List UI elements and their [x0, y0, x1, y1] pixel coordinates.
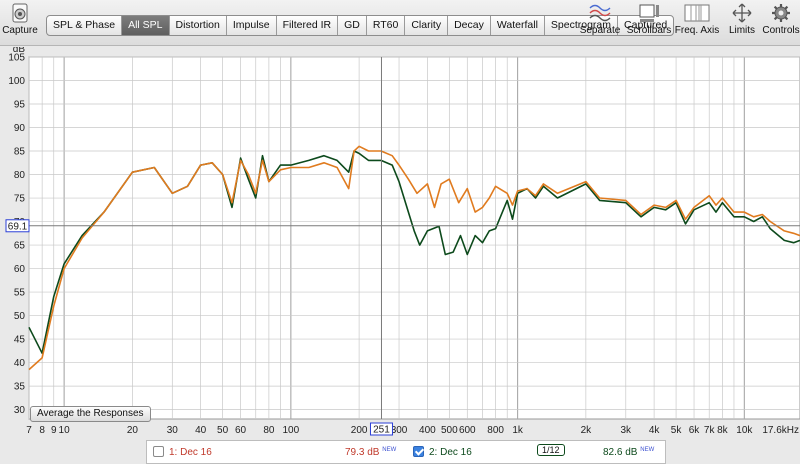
x-tick-label: 100	[283, 425, 300, 436]
limits-label: Limits	[728, 25, 756, 36]
smoothing-value: 1/12	[542, 445, 560, 455]
x-tick-label: 10k	[736, 425, 753, 436]
y-tick-label: 55	[14, 288, 26, 299]
spl-chart[interactable]: 1051009590858075706560555045403530dB7891…	[0, 47, 800, 439]
y-tick-label: 60	[14, 264, 26, 275]
x-tick-label: 8k	[717, 425, 729, 436]
x-tick-label: 1k	[512, 425, 524, 436]
x-tick-label: 500	[441, 425, 458, 436]
series-2-checkbox[interactable]	[413, 446, 424, 457]
cursor-y-label: 69.1	[8, 221, 28, 232]
separate-icon	[589, 4, 611, 22]
scrollbars-icon	[639, 4, 659, 22]
cursor-x-label: 251	[373, 425, 390, 436]
x-tick-label: 7	[26, 425, 32, 436]
series-1-label: 1: Dec 16	[169, 447, 212, 458]
y-unit-label: dB	[13, 47, 26, 55]
freq-axis-label: Freq. Axis	[674, 25, 720, 36]
x-tick-label: 6k	[689, 425, 701, 436]
series-1-new-tag: NEW	[382, 447, 397, 453]
series-1-value: 79.3 dB NEW	[345, 447, 396, 458]
average-responses-button[interactable]: Average the Responses	[30, 406, 151, 422]
x-tick-label: 4k	[649, 425, 661, 436]
x-tick-label: 300	[391, 425, 408, 436]
freq-axis-button[interactable]: Freq. Axis	[674, 2, 720, 36]
y-tick-label: 75	[14, 194, 26, 205]
legend: 1: Dec 16 79.3 dB NEW 2: Dec 16 1/12 82.…	[146, 440, 666, 464]
y-tick-label: 80	[14, 170, 26, 181]
tab-spl-phase[interactable]: SPL & Phase	[47, 16, 123, 35]
y-tick-label: 85	[14, 147, 26, 158]
x-tick-label: 20	[127, 425, 139, 436]
limits-icon	[732, 3, 752, 23]
x-tick-label: 400	[419, 425, 436, 436]
y-tick-label: 90	[14, 123, 26, 134]
x-tick-label: 200	[351, 425, 368, 436]
series-1-checkbox[interactable]	[153, 446, 164, 457]
y-tick-label: 30	[14, 405, 26, 416]
controls-label: Controls	[762, 25, 800, 36]
x-tick-label: 3k	[620, 425, 632, 436]
x-tick-label: 80	[263, 425, 275, 436]
tab-waterfall[interactable]: Waterfall	[491, 16, 545, 35]
x-tick-label: 17.6kHz	[762, 425, 799, 436]
y-tick-label: 40	[14, 358, 26, 369]
x-tick-label: 2k	[581, 425, 593, 436]
tab-distortion[interactable]: Distortion	[170, 16, 227, 35]
series-2-value: 82.6 dB NEW	[603, 447, 654, 458]
series-2-level: 82.6 dB	[603, 447, 638, 458]
limits-button[interactable]: Limits	[724, 2, 760, 36]
gear-icon	[772, 4, 790, 22]
x-tick-label: 7k	[704, 425, 716, 436]
plot-background	[28, 56, 800, 420]
tab-rt60[interactable]: RT60	[367, 16, 406, 35]
x-tick-label: 8	[39, 425, 45, 436]
x-tick-label: 30	[167, 425, 179, 436]
legend-panel: 1: Dec 16 79.3 dB NEW 2: Dec 16 1/12 82.…	[0, 439, 800, 464]
spl-graph[interactable]: 1051009590858075706560555045403530dB7891…	[0, 47, 800, 439]
tab-clarity[interactable]: Clarity	[405, 16, 449, 35]
smoothing-selector[interactable]: 1/12	[537, 444, 565, 456]
tab-filtered-ir[interactable]: Filtered IR	[277, 16, 339, 35]
x-tick-label: 9	[51, 425, 57, 436]
tab-gd[interactable]: GD	[338, 16, 367, 35]
y-tick-label: 65	[14, 241, 26, 252]
y-tick-label: 50	[14, 311, 26, 322]
tab-impulse[interactable]: Impulse	[227, 16, 277, 35]
series-2-label: 2: Dec 16	[429, 447, 472, 458]
tab-all-spl[interactable]: All SPL	[122, 16, 170, 35]
separate-label: Separate	[579, 25, 621, 36]
scrollbars-button[interactable]: Scrollbars	[624, 2, 674, 36]
toolbar: Capture SPL & Phase All SPL Distortion I…	[0, 0, 800, 46]
capture-button[interactable]: Capture	[2, 2, 38, 36]
y-tick-label: 35	[14, 382, 26, 393]
scrollbars-label: Scrollbars	[626, 25, 672, 36]
separate-button[interactable]: Separate	[578, 2, 622, 36]
y-tick-label: 95	[14, 100, 26, 111]
series-2-new-tag: NEW	[640, 447, 655, 453]
x-tick-label: 10	[59, 425, 71, 436]
capture-label: Capture	[2, 25, 38, 36]
series-1-level: 79.3 dB	[345, 447, 380, 458]
x-tick-label: 800	[487, 425, 504, 436]
x-tick-label: 50	[217, 425, 229, 436]
x-tick-label: 600	[459, 425, 476, 436]
y-tick-label: 100	[8, 76, 25, 87]
controls-button[interactable]: Controls	[762, 2, 800, 36]
y-tick-label: 45	[14, 335, 26, 346]
capture-icon	[12, 3, 28, 23]
freq-axis-icon	[684, 4, 710, 22]
x-tick-label: 40	[195, 425, 207, 436]
x-tick-label: 5k	[671, 425, 683, 436]
x-tick-label: 60	[235, 425, 247, 436]
tab-decay[interactable]: Decay	[448, 16, 491, 35]
